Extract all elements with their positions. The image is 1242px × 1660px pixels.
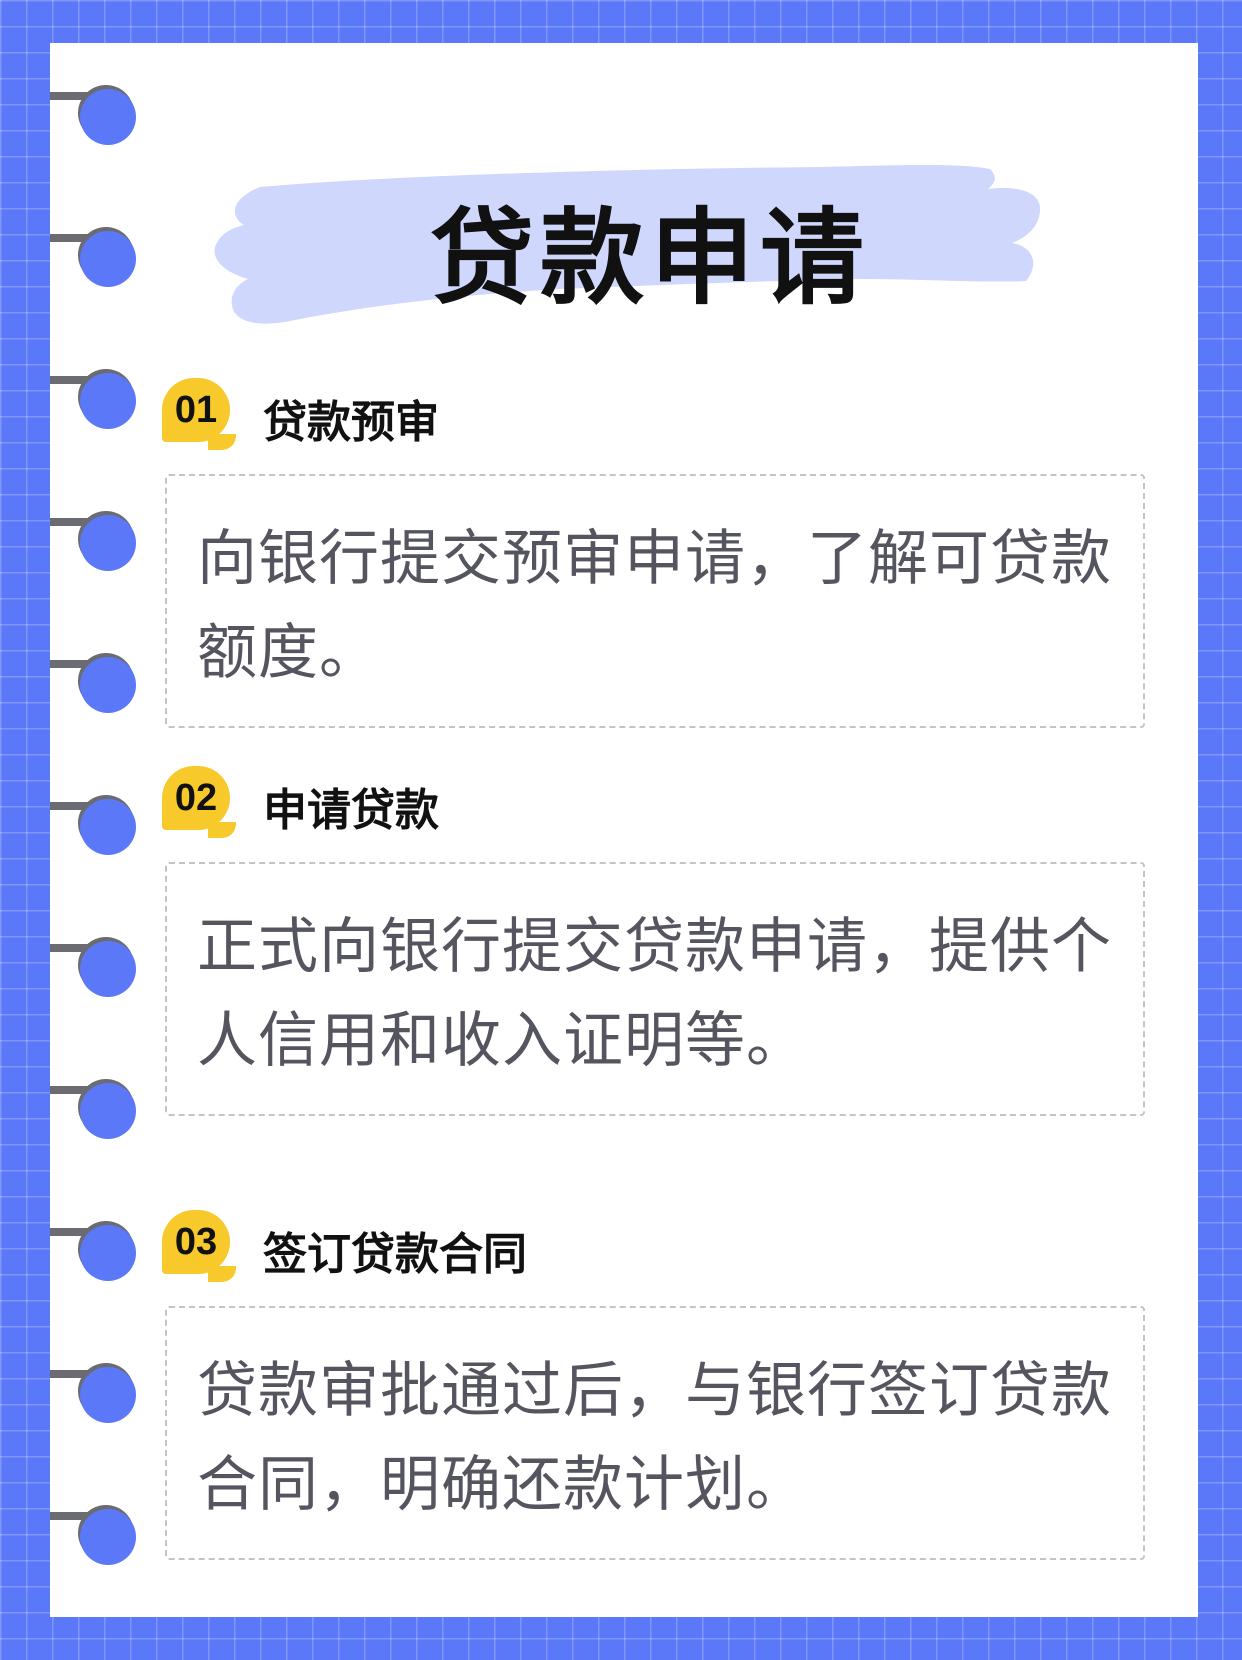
page-title: 贷款申请 — [429, 197, 870, 319]
step-card: 正式向银行提交贷款申请，提供个人信用和收入证明等。 — [165, 862, 1145, 1116]
binding-ring — [50, 797, 138, 857]
step-heading: 贷款预审 — [263, 397, 439, 448]
binding-ring — [50, 229, 138, 289]
step-number-badge: 01 — [162, 378, 236, 450]
binding-ring — [50, 1507, 138, 1567]
binding-ring — [50, 1223, 138, 1283]
binding-ring — [50, 939, 138, 999]
binding-ring — [50, 1081, 138, 1141]
binding-ring — [50, 513, 138, 573]
step-number-badge: 03 — [162, 1210, 236, 1282]
step-description: 向银行提交预审申请，了解可贷款额度。 — [197, 524, 1112, 688]
binding-ring — [50, 1365, 138, 1425]
step-number-badge: 02 — [162, 766, 236, 838]
step-card: 向银行提交预审申请，了解可贷款额度。 — [165, 474, 1145, 728]
step-description: 正式向银行提交贷款申请，提供个人信用和收入证明等。 — [197, 912, 1112, 1076]
step-heading: 申请贷款 — [263, 785, 439, 836]
step-description: 贷款审批通过后，与银行签订贷款合同，明确还款计划。 — [197, 1356, 1112, 1520]
binding-ring — [50, 371, 138, 431]
binding-ring — [50, 87, 138, 147]
title-block: 贷款申请 — [200, 155, 1100, 345]
binding-ring — [50, 655, 138, 715]
step-heading: 签订贷款合同 — [263, 1229, 527, 1280]
step-card: 贷款审批通过后，与银行签订贷款合同，明确还款计划。 — [165, 1306, 1145, 1560]
